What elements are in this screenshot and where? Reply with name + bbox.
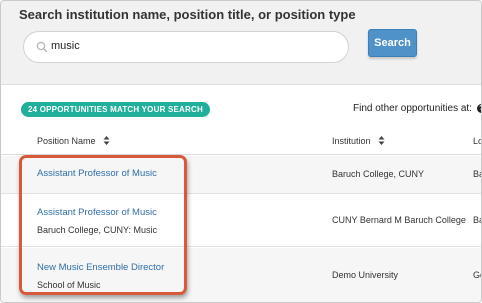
sort-icon[interactable] — [103, 136, 110, 145]
help-icon[interactable]: ? — [476, 103, 481, 113]
search-input[interactable]: music — [23, 31, 349, 63]
search-heading: Search institution name, position title,… — [19, 7, 356, 22]
column-header-institution[interactable]: Institution — [332, 136, 385, 146]
table-row[interactable]: Assistant Professor of Music Baruch Coll… — [1, 195, 481, 247]
department-text: Baruch College, CUNY: Music — [37, 225, 158, 235]
find-other-opportunities: Find other opportunities at: ? — [353, 103, 481, 114]
location-cell: Ba — [473, 215, 481, 225]
table-row[interactable]: Assistant Professor of Music Baruch Coll… — [1, 156, 481, 194]
column-header-position-label: Position Name — [37, 136, 96, 146]
institution-cell: CUNY Bernard M Baruch College — [332, 215, 466, 225]
search-input-value[interactable]: music — [51, 40, 80, 52]
results-count-badge: 24 OPPORTUNITIES MATCH YOUR SEARCH — [21, 102, 210, 117]
search-button[interactable]: Search — [368, 29, 417, 57]
find-other-label: Find other opportunities at: — [353, 103, 472, 114]
table-header: Position Name Institution Lo — [1, 127, 481, 155]
institution-cell: Demo University — [332, 270, 399, 280]
position-title-link[interactable]: New Music Ensemble Director — [37, 262, 164, 273]
column-header-position[interactable]: Position Name — [37, 136, 110, 146]
column-header-location[interactable]: Lo — [473, 136, 481, 146]
search-panel: Search institution name, position title,… — [1, 1, 481, 85]
column-header-location-label: Lo — [473, 136, 481, 146]
sort-icon[interactable] — [378, 136, 385, 145]
column-header-institution-label: Institution — [332, 136, 371, 146]
position-title-link[interactable]: Assistant Professor of Music — [37, 207, 157, 218]
search-icon — [36, 41, 48, 53]
institution-cell: Baruch College, CUNY — [332, 169, 425, 179]
table-row[interactable]: New Music Ensemble Director School of Mu… — [1, 248, 481, 302]
location-cell: Ba — [473, 169, 481, 179]
department-text: School of Music — [37, 280, 101, 290]
location-cell: Ge — [473, 270, 481, 280]
position-title-link[interactable]: Assistant Professor of Music — [37, 168, 157, 179]
page-frame: Search institution name, position title,… — [0, 0, 482, 303]
